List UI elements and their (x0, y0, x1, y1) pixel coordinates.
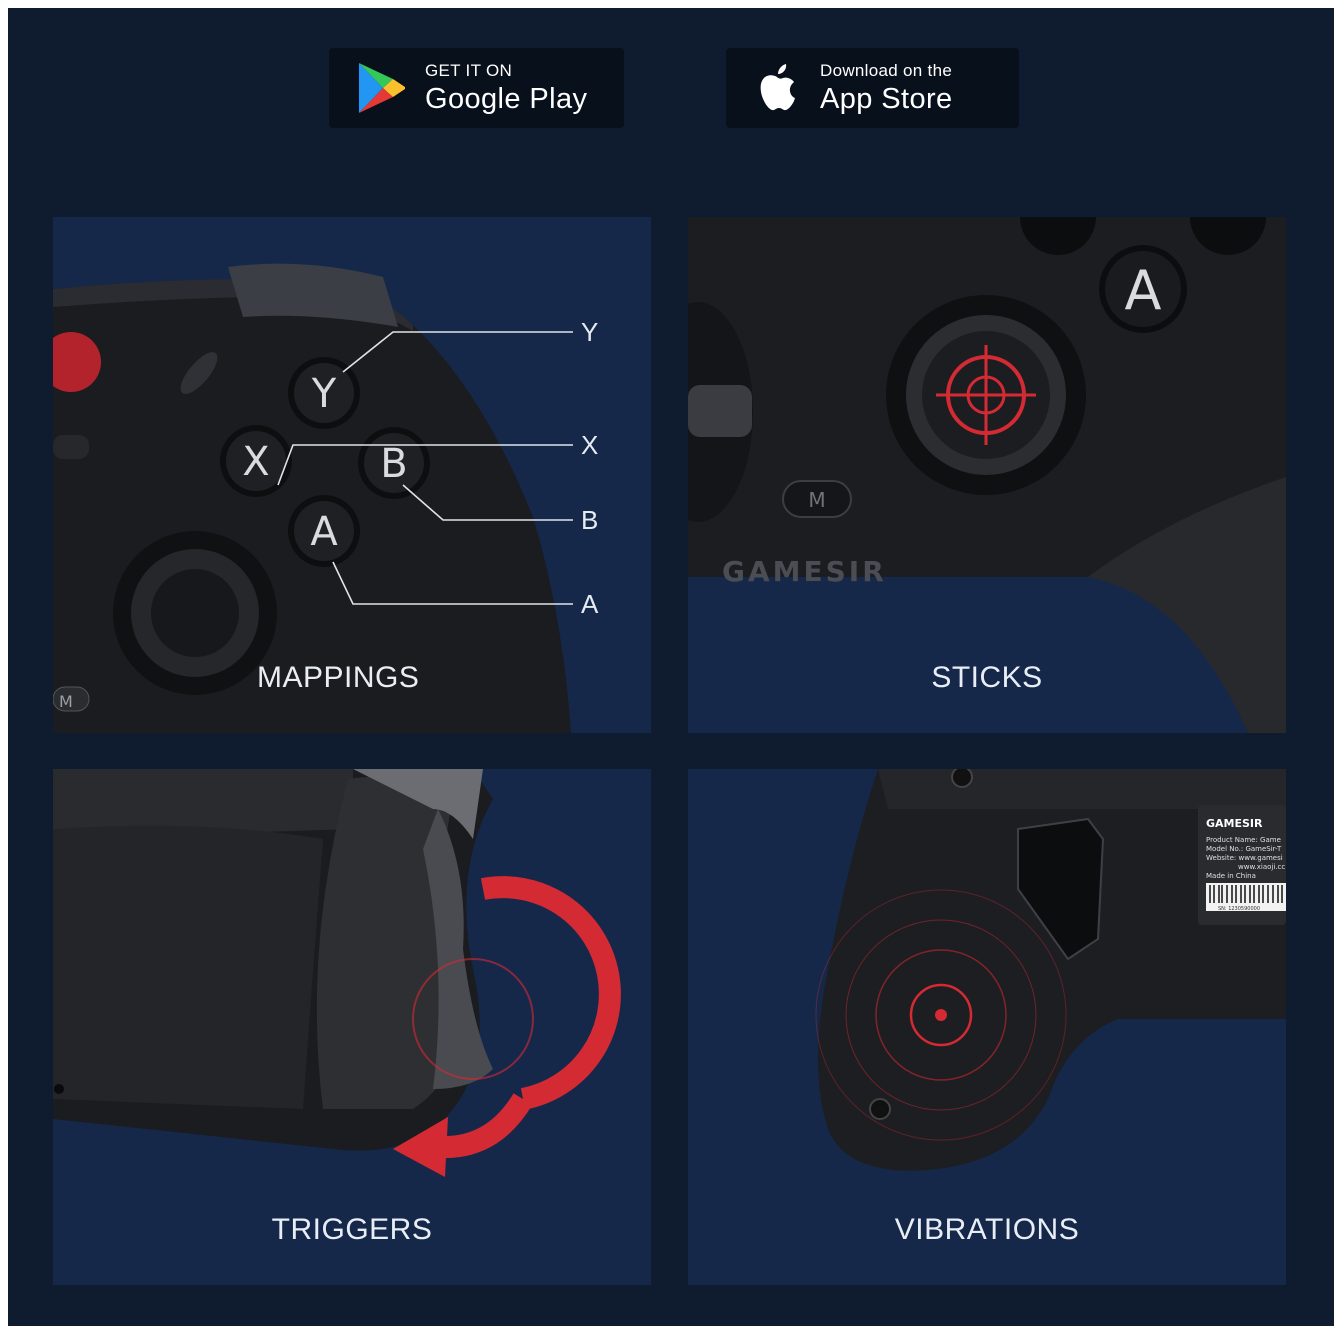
google-badge-small-text: GET IT ON (425, 61, 513, 80)
callout-label-x: X (581, 430, 599, 460)
apple-badge-large-text: App Store (820, 83, 953, 115)
controller-grip-vibration-illustration: GAMESIR Product Name: Game Model No.: Ga… (815, 769, 1286, 1171)
a-button-glyph: A (1125, 259, 1162, 322)
a-button-glyph: A (310, 509, 338, 555)
callout-label-a: A (581, 589, 599, 619)
vibrations-panel: GAMESIR Product Name: Game Model No.: Ga… (688, 769, 1286, 1285)
sticks-label: STICKS (931, 661, 1043, 694)
google-play-icon (359, 63, 405, 113)
y-button-glyph: Y (311, 371, 337, 417)
mappings-panel: Y X B A M Y X B A MAPPINGS (53, 217, 651, 733)
sticker-line: Website: www.gamesi (1206, 854, 1283, 862)
callout-label-y: Y (581, 317, 599, 347)
triggers-panel: TRIGGERS (53, 769, 651, 1285)
m-button-glyph: M (808, 488, 825, 512)
sticker-line: www.xiaoji.cc (1238, 863, 1285, 871)
sticker-brand: GAMESIR (1206, 817, 1263, 830)
apple-icon (760, 64, 795, 111)
mappings-label: MAPPINGS (257, 661, 420, 694)
sticker-line: Made in China (1206, 872, 1256, 880)
product-image-frame: GET IT ON Google Play Download on the Ap… (8, 8, 1334, 1326)
sticks-panel: A M GAMESIR STICKS (688, 217, 1286, 733)
triggers-label: TRIGGERS (271, 1213, 433, 1246)
google-badge-large-text: Google Play (425, 83, 588, 115)
apple-badge-small-text: Download on the (820, 61, 953, 80)
gamesir-logo: GAMESIR (722, 555, 887, 588)
google-play-badge[interactable]: GET IT ON Google Play (329, 48, 624, 128)
m-button-glyph: M (59, 692, 73, 711)
b-button-glyph: B (380, 441, 407, 487)
controller-thumbstick-illustration: A M GAMESIR (688, 217, 1286, 733)
vibrations-label: VIBRATIONS (894, 1213, 1080, 1246)
controller-face-buttons-illustration: Y X B A M (53, 263, 573, 733)
x-button-glyph: X (242, 439, 269, 485)
sticker-serial: SN: 1230590000 (1218, 906, 1260, 912)
app-store-badge[interactable]: Download on the App Store (726, 48, 1019, 128)
sticker-line: Model No.: GameSir-T (1206, 845, 1282, 853)
controller-trigger-illustration (53, 769, 621, 1177)
callout-label-b: B (581, 505, 599, 535)
sticker-line: Product Name: Game (1206, 836, 1281, 844)
